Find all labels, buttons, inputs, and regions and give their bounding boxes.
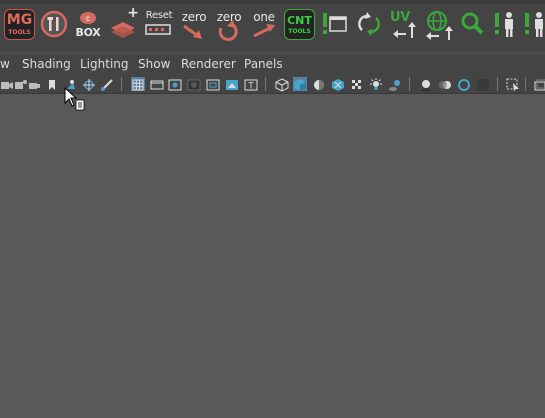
- search-icon: [461, 12, 484, 35]
- depth-of-field-icon[interactable]: [476, 77, 490, 91]
- cnt-tools-label: CNT: [287, 14, 312, 27]
- toolbar-separator-2: [265, 77, 266, 91]
- figure-alert-button-1[interactable]: [492, 8, 518, 42]
- menu-show[interactable]: Show: [138, 57, 170, 71]
- zero-rotate-button[interactable]: zero: [213, 8, 245, 42]
- shadows-icon[interactable]: [388, 77, 402, 91]
- figure-alert-button-2[interactable]: [522, 8, 545, 42]
- wireframe-icon[interactable]: [275, 77, 289, 92]
- grease-pencil-icon[interactable]: [100, 77, 114, 91]
- cnt-tools-badge: CNT TOOLS: [284, 9, 315, 40]
- one-scale-label: one: [253, 10, 275, 24]
- globe-button[interactable]: [423, 8, 455, 42]
- window-button[interactable]: [319, 8, 351, 42]
- uv-button[interactable]: UV: [388, 8, 420, 42]
- shelf-top-strip: [0, 0, 545, 4]
- mg-tools-sublabel: TOOLS: [8, 29, 31, 36]
- toolbar-separator-5: [525, 77, 526, 91]
- mg-tools-badge: MG TOOLS: [4, 9, 35, 40]
- mg-tools-label: MG: [6, 12, 33, 28]
- safe-action-icon[interactable]: [225, 77, 239, 91]
- camera-attributes-icon[interactable]: [14, 77, 28, 91]
- menu-shading[interactable]: Shading: [22, 57, 71, 71]
- zero-rotate-label: zero: [216, 10, 242, 24]
- film-gate-icon[interactable]: [150, 77, 164, 91]
- isolate-select-icon[interactable]: [506, 77, 520, 92]
- motion-blur-icon[interactable]: [438, 77, 452, 91]
- toolbar-separator-4: [497, 77, 498, 91]
- ambient-occlusion-icon[interactable]: [419, 77, 433, 92]
- default-material-icon[interactable]: [312, 77, 326, 91]
- menu-panels[interactable]: Panels: [244, 57, 283, 71]
- bookmark-icon[interactable]: [45, 77, 59, 91]
- checker-icon[interactable]: [350, 77, 364, 91]
- menu-renderer[interactable]: Renderer: [181, 57, 236, 71]
- resolution-gate-icon[interactable]: [168, 77, 182, 91]
- box-button[interactable]: c BOX: [72, 8, 104, 42]
- zero-translate-label: zero: [181, 10, 207, 24]
- svg-text:T: T: [248, 81, 254, 91]
- xray-icon[interactable]: [533, 77, 545, 91]
- safe-title-icon[interactable]: T: [244, 77, 258, 91]
- textured-icon[interactable]: [331, 77, 345, 91]
- menu-view[interactable]: w: [0, 57, 10, 71]
- refresh-button[interactable]: [353, 8, 385, 42]
- svg-text:c: c: [86, 14, 90, 23]
- cnt-tools-button[interactable]: CNT TOOLS: [283, 8, 315, 42]
- field-chart-icon[interactable]: [206, 77, 220, 91]
- cnt-tools-sublabel: TOOLS: [288, 28, 311, 35]
- tools-icon: [40, 10, 68, 38]
- gate-mask-icon[interactable]: [187, 77, 201, 91]
- add-layer-button[interactable]: +: [107, 5, 139, 42]
- anti-aliasing-icon[interactable]: [457, 77, 471, 91]
- smooth-shade-icon[interactable]: [293, 77, 307, 91]
- figure-alert-icon-2: [525, 12, 543, 37]
- toolbar-separator: [121, 77, 122, 91]
- all-lights-icon[interactable]: [369, 77, 383, 91]
- viewport-canvas[interactable]: [0, 94, 545, 418]
- panel-menubar: w Shading Lighting Show Renderer Panels: [0, 55, 545, 75]
- reset-button[interactable]: Reset: [142, 8, 176, 42]
- search-button[interactable]: [457, 8, 489, 42]
- window-alert-icon: [323, 13, 347, 34]
- tools-button[interactable]: [38, 8, 70, 42]
- mg-tools-button[interactable]: MG TOOLS: [3, 8, 35, 42]
- reset-label: Reset: [145, 10, 173, 21]
- shelf-toolbar: MG TOOLS c BOX + Reset zero zero one CNT…: [0, 0, 545, 52]
- menu-lighting[interactable]: Lighting: [80, 57, 129, 71]
- refresh-icon: [358, 12, 380, 36]
- mouse-cursor-icon: [64, 86, 86, 113]
- globe-icon: [426, 11, 453, 40]
- lock-camera-icon[interactable]: [28, 77, 42, 91]
- grid-icon[interactable]: [131, 77, 145, 91]
- select-camera-icon[interactable]: [0, 77, 14, 91]
- one-scale-button[interactable]: one: [248, 8, 280, 42]
- zero-translate-button[interactable]: zero: [178, 8, 210, 42]
- toolbar-separator-3: [409, 77, 410, 91]
- box-label: BOX: [75, 26, 101, 39]
- figure-alert-icon: [495, 12, 513, 37]
- uv-label: UV: [389, 10, 411, 25]
